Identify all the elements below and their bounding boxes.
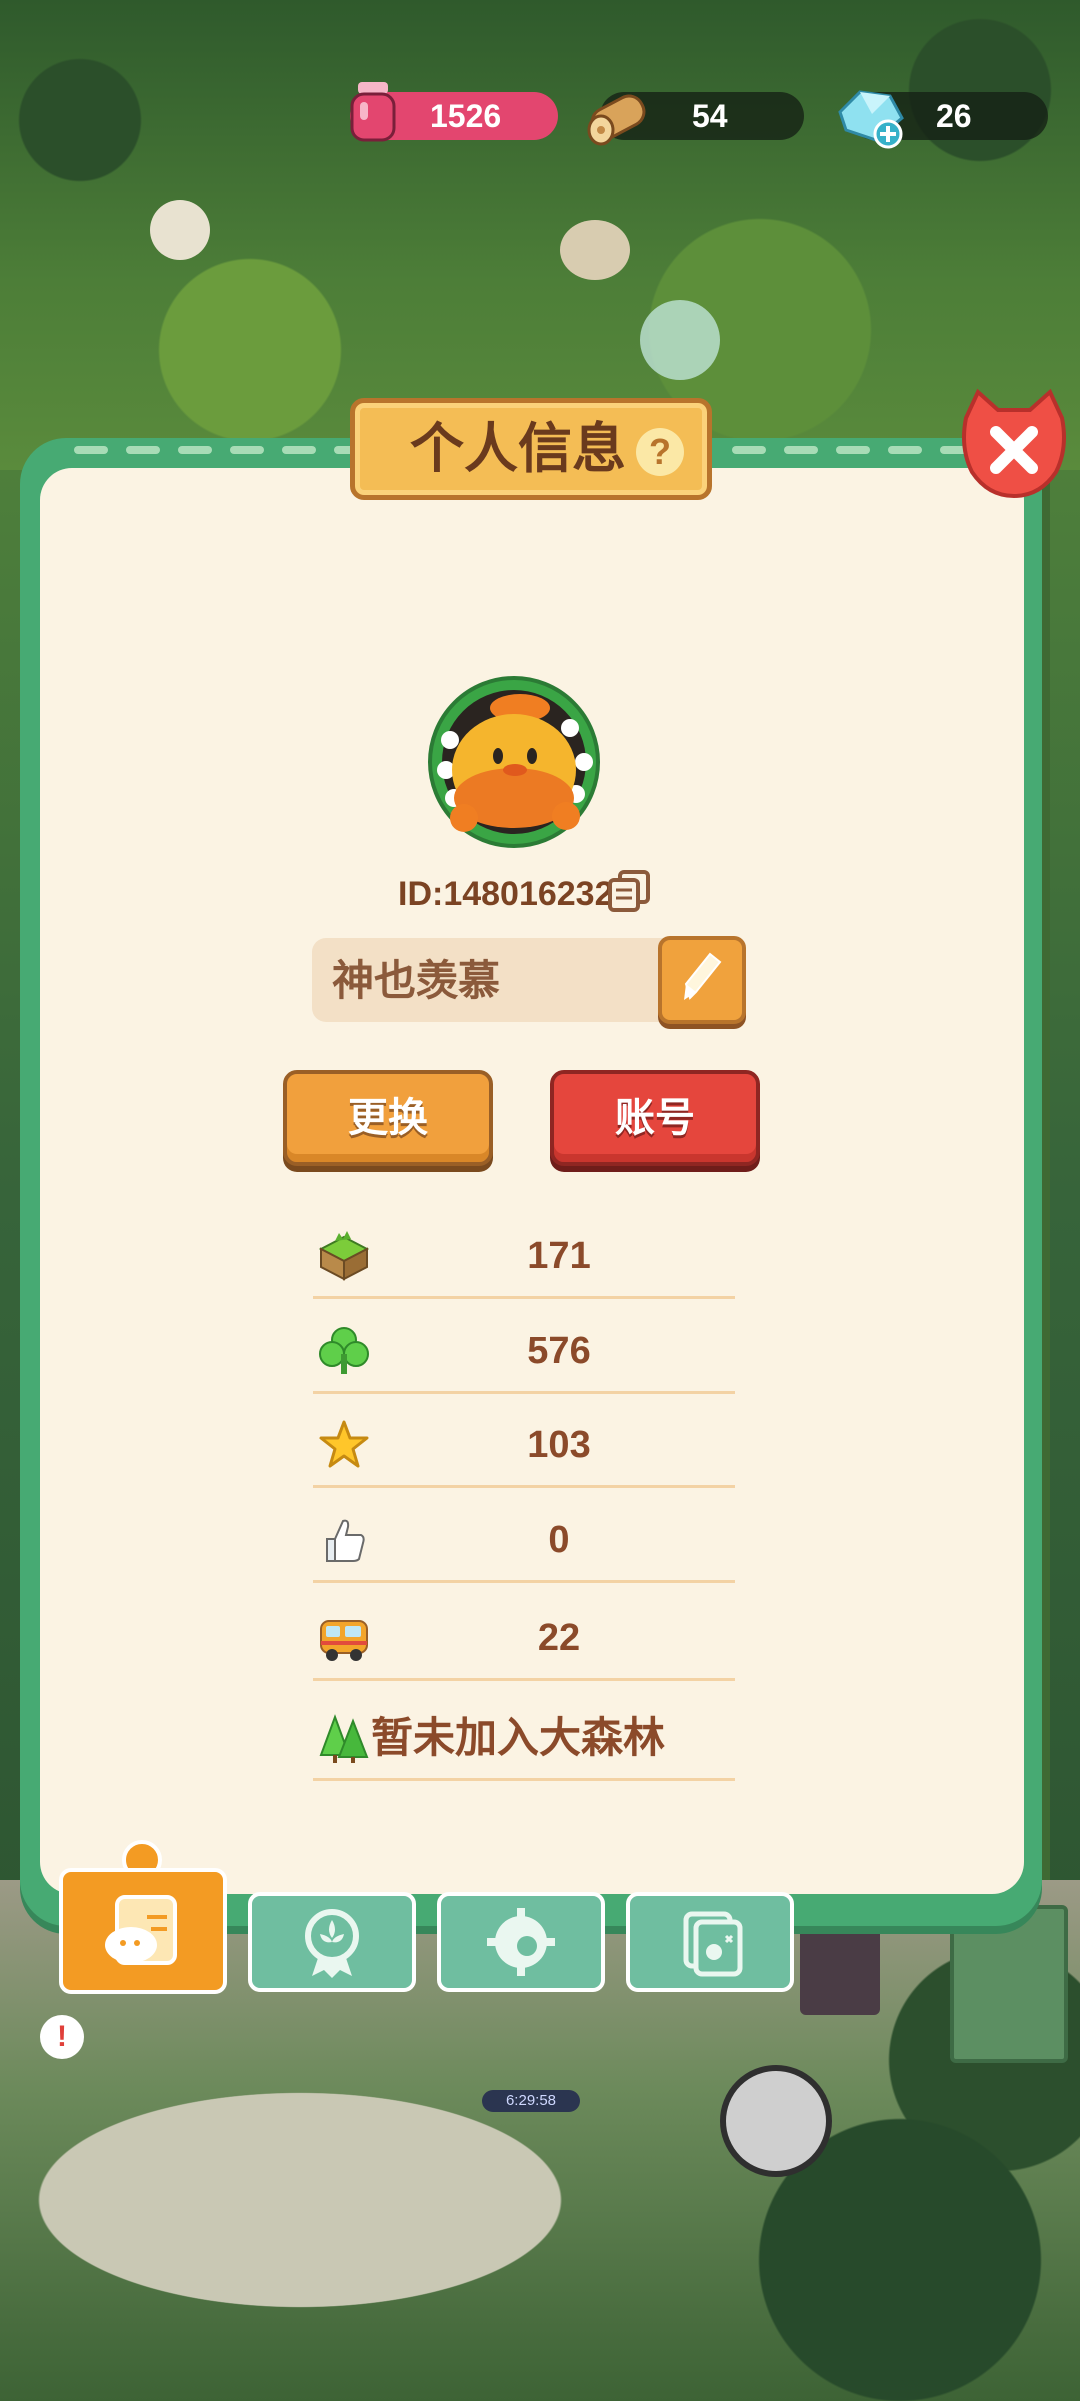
album-icon	[683, 1911, 743, 1977]
background-timer: 6:29:58	[482, 2090, 580, 2112]
grass-block-icon	[318, 1231, 370, 1281]
change-avatar-button[interactable]: 更换	[283, 1070, 493, 1166]
close-button[interactable]	[960, 388, 1068, 500]
stat-row-likes: 0	[313, 1491, 735, 1583]
tab-badge[interactable]	[248, 1892, 416, 1992]
background-bush	[640, 300, 720, 380]
stat-value: 171	[527, 1235, 591, 1277]
player-id: ID:148016232	[398, 875, 614, 913]
copy-icon[interactable]	[606, 868, 652, 914]
wood-log-icon	[587, 94, 646, 146]
badge-icon	[305, 1909, 359, 1978]
gem-value: 26	[936, 98, 972, 134]
stat-row-clover: 576	[313, 1302, 735, 1394]
background-right-strip	[1050, 470, 1080, 1920]
background-bush	[150, 200, 210, 260]
game-screen: 6:29:58 ! 1526 54 26 个人信息 ? ID:148016232…	[0, 0, 1080, 2401]
account-button[interactable]: 账号	[550, 1070, 760, 1166]
pencil-icon	[684, 952, 722, 1000]
stat-value: 576	[527, 1330, 591, 1372]
tab-profile[interactable]	[59, 1868, 227, 1994]
panel-title: 个人信息	[410, 417, 626, 480]
tab-album[interactable]	[626, 1892, 794, 1992]
stat-value: 103	[527, 1424, 591, 1466]
ink-jar-icon	[350, 82, 396, 142]
forest-status: 暂未加入大森林	[371, 1713, 666, 1762]
forest-icon	[319, 1714, 369, 1763]
background-bush	[560, 220, 630, 280]
panel-trim-right	[732, 446, 974, 454]
alert-bubble[interactable]: !	[40, 2015, 84, 2059]
help-icon[interactable]: ?	[636, 428, 684, 476]
bus-icon	[320, 1620, 368, 1661]
stat-value: 22	[537, 1617, 581, 1659]
edit-name-button[interactable]	[658, 936, 746, 1024]
background-booth	[950, 1905, 1068, 2063]
stat-value: 0	[548, 1519, 570, 1561]
clover-icon	[319, 1327, 369, 1374]
thumbs-up-icon	[326, 1519, 365, 1562]
stat-row-grass: 171	[313, 1207, 735, 1299]
stat-row-forest: 暂未加入大森林	[313, 1689, 735, 1781]
star-icon	[319, 1420, 369, 1468]
gear-icon	[487, 1908, 555, 1976]
wood-value: 54	[692, 98, 728, 134]
stat-row-star: 103	[313, 1396, 735, 1488]
avatar[interactable]	[420, 670, 608, 852]
stat-row-bus: 22	[313, 1589, 735, 1681]
background-projector[interactable]	[720, 2065, 832, 2177]
profile-card-icon	[105, 1895, 177, 1965]
player-name: 神也羡慕	[332, 956, 501, 1005]
ink-value: 1526	[430, 98, 502, 134]
tab-settings[interactable]	[437, 1892, 605, 1992]
gem-plus-icon[interactable]	[832, 84, 908, 150]
